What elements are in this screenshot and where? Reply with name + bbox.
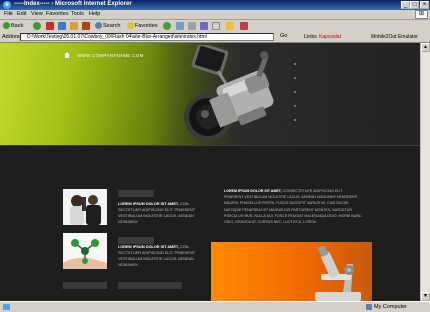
site-name[interactable]: WWW.COMPANYNAME.COM xyxy=(77,53,144,58)
article-lead: LOREM IPSUM DOLOR SIT AMET, xyxy=(224,189,282,193)
windows-logo-icon: ⊞ xyxy=(415,10,428,19)
search-icon xyxy=(95,22,102,30)
window-title: -----Index----- - Microsoft Internet Exp… xyxy=(14,1,132,7)
address-bar: Address D:\Work\Testing\05.01.07\Cowboy_… xyxy=(0,32,430,43)
menu-help[interactable]: Help xyxy=(89,11,100,17)
menu-favorites[interactable]: Favorites xyxy=(46,11,69,17)
print-icon[interactable] xyxy=(188,22,196,30)
messenger-icon[interactable] xyxy=(240,22,248,30)
thumbnail-microscope-people[interactable] xyxy=(63,189,107,225)
search-label: Search xyxy=(103,23,121,29)
nav-dot[interactable] xyxy=(294,119,296,121)
video-camera-image xyxy=(184,45,274,141)
title-bar: e -----Index----- - Microsoft Internet E… xyxy=(0,0,430,10)
history-icon[interactable] xyxy=(163,22,171,30)
forward-icon[interactable] xyxy=(33,22,41,30)
favorites-label: Favorites xyxy=(135,23,158,29)
status-bar: My Computer xyxy=(0,301,430,312)
scroll-down-icon[interactable]: ▼ xyxy=(421,292,430,301)
ie-icon: e xyxy=(3,1,11,9)
search-button[interactable]: Search xyxy=(95,22,120,30)
folder-icon[interactable] xyxy=(226,22,234,30)
menu-edit[interactable]: Edit xyxy=(17,11,26,17)
security-zone: My Computer xyxy=(374,304,408,310)
nav-dot[interactable] xyxy=(294,91,296,93)
discuss-icon[interactable] xyxy=(212,22,220,30)
mobile-emulator-button[interactable]: Mobile2Out Emulator xyxy=(371,33,418,41)
footer-placeholder xyxy=(63,282,107,289)
vertical-scrollbar[interactable]: ▲ ▼ xyxy=(420,43,430,301)
article-text: LOREM IPSUM DOLOR SIT AMET, CONSECTETUER… xyxy=(224,188,362,225)
microscope-banner[interactable] xyxy=(211,242,372,301)
item-text-lead: LOREM IPSUM DOLOR SIT AMET, xyxy=(118,245,179,249)
menu-file[interactable]: File xyxy=(4,11,13,17)
address-input[interactable]: D:\Work\Testing\05.01.07\Cowboy_09\Flash… xyxy=(20,33,274,41)
item-text-lead: LOREM IPSUM DOLOR SIT AMET, xyxy=(118,202,179,206)
nav-dot[interactable] xyxy=(294,77,296,79)
scroll-up-icon[interactable]: ▲ xyxy=(421,43,430,52)
go-button[interactable]: Go xyxy=(280,33,287,39)
links-button[interactable]: Links xyxy=(304,34,317,40)
back-label: Back xyxy=(11,23,24,29)
close-button[interactable]: × xyxy=(420,1,429,9)
refresh-icon[interactable] xyxy=(58,22,66,30)
minimize-button[interactable]: _ xyxy=(401,1,410,9)
menu-bar: File Edit View Favorites Tools Help xyxy=(0,10,430,20)
nav-dot[interactable] xyxy=(294,63,296,65)
addon-button[interactable]: Kapcsolat xyxy=(319,33,341,41)
computer-icon xyxy=(366,304,372,310)
microscope-image xyxy=(315,246,361,301)
item-text: LOREM IPSUM DOLOR SIT AMET, CON-SECTETUE… xyxy=(118,201,208,225)
item-text: LOREM IPSUM DOLOR SIT AMET, CON-SECTETUE… xyxy=(118,244,208,268)
maximize-button[interactable]: □ xyxy=(410,1,419,9)
footer-placeholder xyxy=(118,282,182,289)
home-icon[interactable] xyxy=(64,52,70,58)
nav-dot[interactable] xyxy=(294,105,296,107)
page-viewport: WWW.COMPANYNAME.COM LOREM IPSUM DOLOR SI… xyxy=(0,43,420,301)
favorites-button[interactable]: Favorites xyxy=(127,22,158,30)
edit-icon[interactable] xyxy=(200,22,208,30)
home-icon[interactable] xyxy=(70,22,78,30)
back-arrow-icon xyxy=(3,22,10,30)
mail-icon[interactable] xyxy=(176,22,184,30)
item-heading-placeholder xyxy=(118,237,154,244)
back-button[interactable]: Back xyxy=(3,22,23,30)
menu-tools[interactable]: Tools xyxy=(71,11,84,17)
stop-icon[interactable] xyxy=(46,22,54,30)
thumbnail-molecule-model[interactable] xyxy=(63,233,107,269)
menu-view[interactable]: View xyxy=(31,11,43,17)
item-heading-placeholder xyxy=(118,190,154,197)
media-icon[interactable] xyxy=(82,22,90,30)
article-body: CONSECTETUER ADIPISCING ELIT. PRAESENT V… xyxy=(224,189,362,225)
page-icon xyxy=(3,304,10,310)
star-icon xyxy=(127,22,134,30)
